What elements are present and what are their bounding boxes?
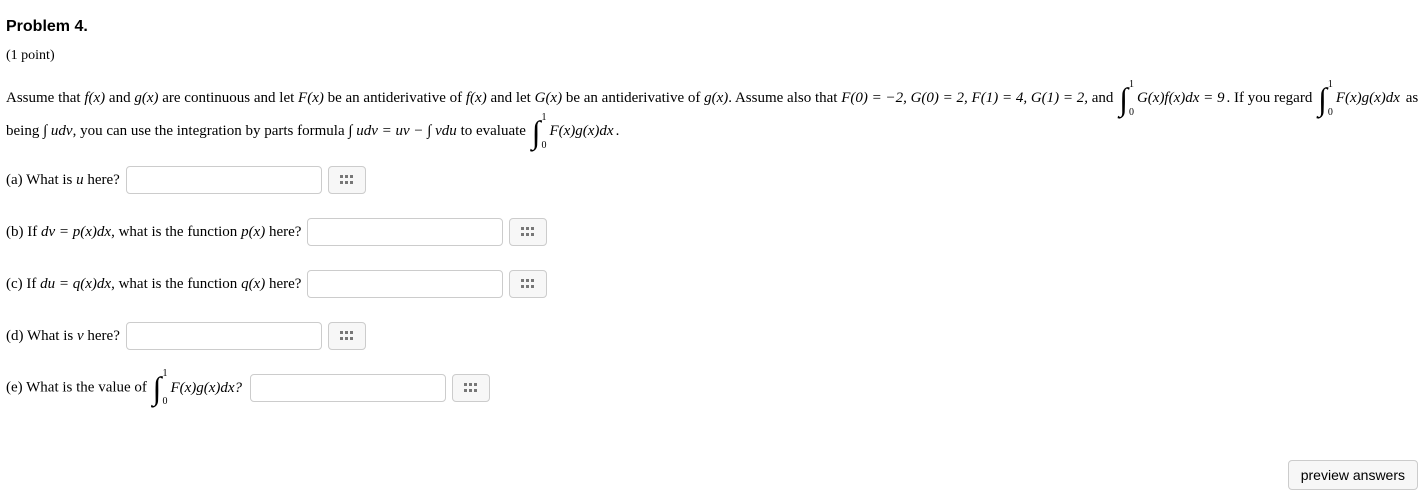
keypad-a-button[interactable] xyxy=(328,166,366,194)
udv: ∫ udv xyxy=(43,123,73,139)
grid-icon xyxy=(464,383,478,393)
integral-Fg-1: ∫ 10 F(x)g(x)dx xyxy=(1318,82,1400,115)
problem-title: Problem 4. xyxy=(6,18,1422,36)
text: to evaluate xyxy=(457,123,530,139)
keypad-c-button[interactable] xyxy=(509,270,547,298)
text: . xyxy=(616,123,620,139)
fx: f(x) xyxy=(84,90,105,106)
part-c-label: (c) If du = q(x)dx, what is the function… xyxy=(6,276,301,293)
gx2: g(x) xyxy=(704,90,728,106)
part-c: (c) If du = q(x)dx, what is the function… xyxy=(6,270,1422,298)
text: be an antiderivative of xyxy=(324,90,466,106)
grid-icon xyxy=(521,279,535,289)
ibp-formula: ∫ udv = uv − ∫ vdu xyxy=(348,123,456,139)
part-a: (a) What is u here? xyxy=(6,166,1422,194)
keypad-e-button[interactable] xyxy=(452,374,490,402)
integral-Fg-2: ∫ 10 F(x)g(x)dx xyxy=(532,115,614,148)
conditions: F(0) = −2, G(0) = 2, F(1) = 4, G(1) = 2, xyxy=(841,90,1092,106)
preview-answers-button[interactable]: preview answers xyxy=(1288,460,1418,490)
keypad-b-button[interactable] xyxy=(509,218,547,246)
answer-e-input[interactable] xyxy=(250,374,446,402)
text: be an antiderivative of xyxy=(562,90,704,106)
answer-b-input[interactable] xyxy=(307,218,503,246)
answer-d-input[interactable] xyxy=(126,322,322,350)
text: . Assume also that xyxy=(728,90,841,106)
text: and let xyxy=(487,90,535,106)
part-b: (b) If dv = p(x)dx, what is the function… xyxy=(6,218,1422,246)
part-d: (d) What is v here? xyxy=(6,322,1422,350)
text: Assume that xyxy=(6,90,84,106)
text: are continuous and let xyxy=(158,90,298,106)
text: and xyxy=(1092,90,1117,106)
answer-c-input[interactable] xyxy=(307,270,503,298)
problem-statement: Assume that f(x) and g(x) are continuous… xyxy=(6,82,1422,148)
Gx: G(x) xyxy=(535,90,562,106)
gx: g(x) xyxy=(134,90,158,106)
grid-icon xyxy=(340,331,354,341)
part-e-label: (e) What is the value of ∫ 10 F(x)g(x)dx… xyxy=(6,378,244,398)
keypad-d-button[interactable] xyxy=(328,322,366,350)
part-b-label: (b) If dv = p(x)dx, what is the function… xyxy=(6,224,301,241)
fx2: f(x) xyxy=(466,90,487,106)
part-e: (e) What is the value of ∫ 10 F(x)g(x)dx… xyxy=(6,374,1422,402)
Fx: F(x) xyxy=(298,90,324,106)
grid-icon xyxy=(521,227,535,237)
integral-Gf: ∫ 10 G(x)f(x)dx = 9 xyxy=(1119,82,1224,115)
problem-points: (1 point) xyxy=(6,48,1422,64)
text: , you can use the integration by parts f… xyxy=(73,123,349,139)
part-a-label: (a) What is u here? xyxy=(6,172,120,189)
part-d-label: (d) What is v here? xyxy=(6,328,120,345)
text: and xyxy=(105,90,134,106)
grid-icon xyxy=(340,175,354,185)
text: . If you regard xyxy=(1227,90,1317,106)
answer-a-input[interactable] xyxy=(126,166,322,194)
integral-Fg-e: ∫ 10 F(x)g(x)dx? xyxy=(153,378,242,398)
